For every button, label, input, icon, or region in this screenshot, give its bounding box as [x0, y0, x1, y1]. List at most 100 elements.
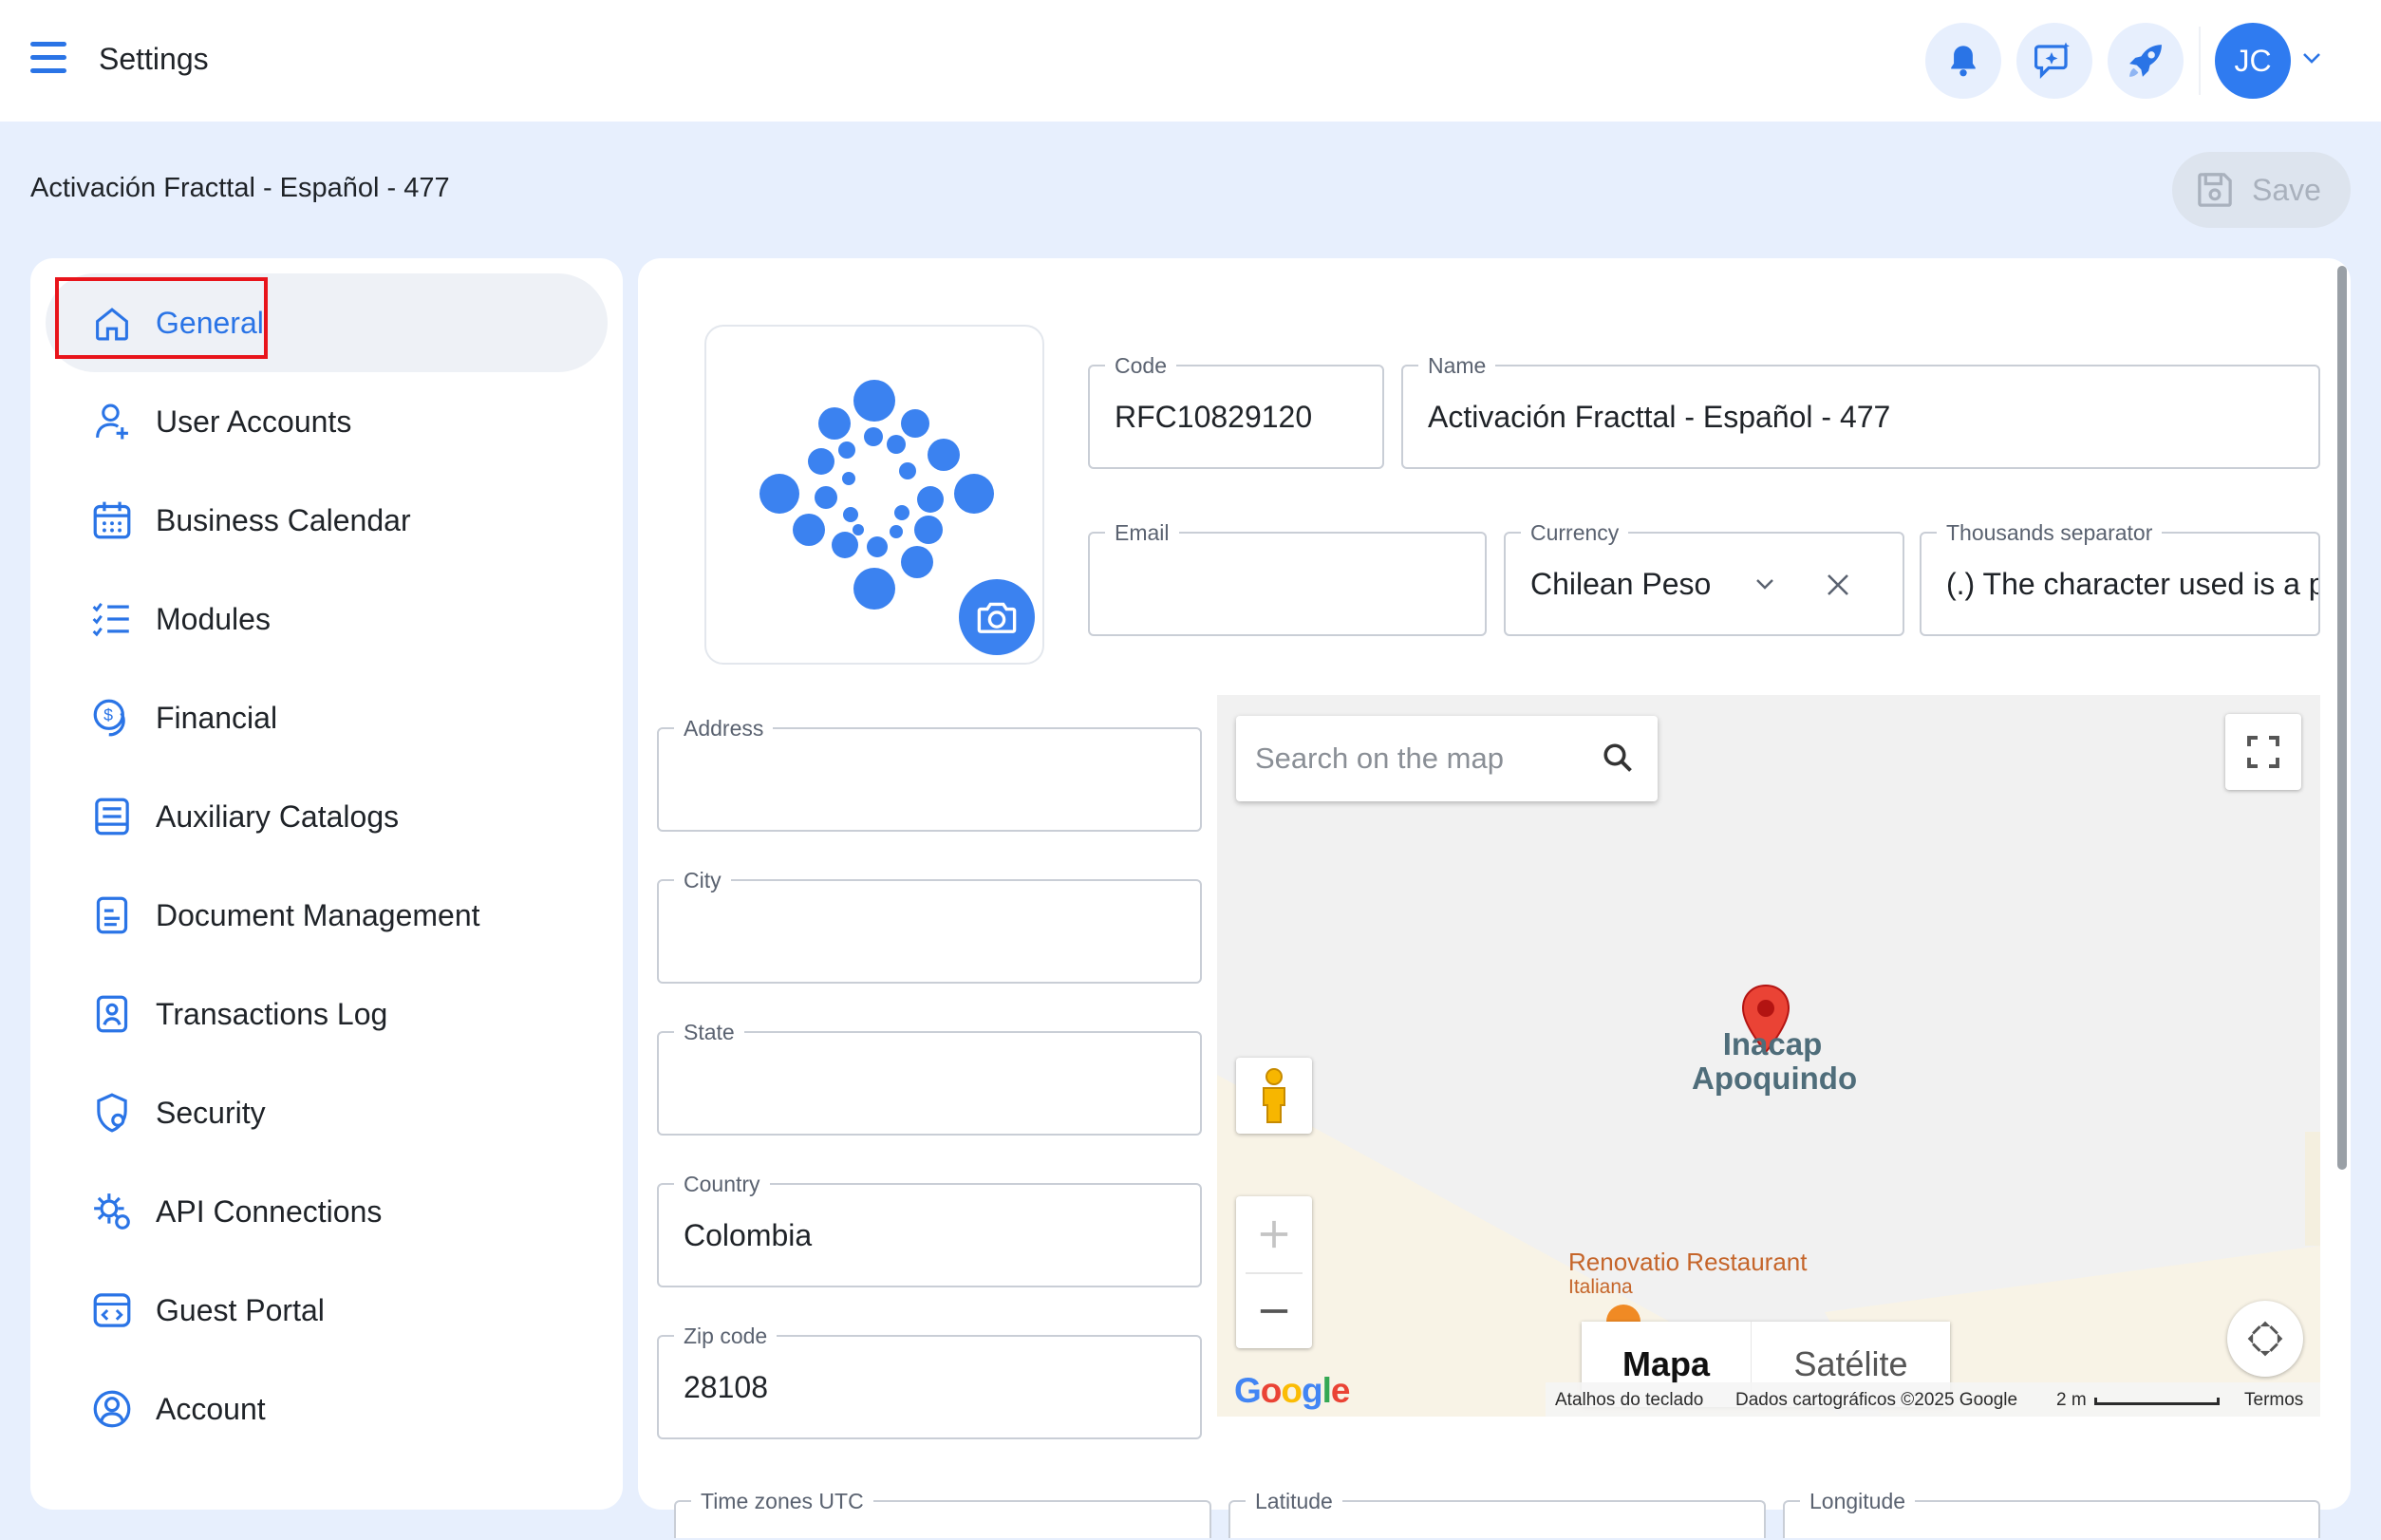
zip-code-value: 28108	[684, 1369, 768, 1404]
rocket-icon	[2129, 45, 2162, 77]
sidebar-item-transactions-log[interactable]: Transactions Log	[46, 965, 608, 1063]
place-name-line1: Inacap	[1722, 1026, 1823, 1061]
code-field[interactable]: Code RFC10829120	[1088, 353, 1384, 469]
scrollbar[interactable]	[2337, 266, 2347, 1170]
toolbar-divider	[2199, 27, 2201, 95]
thousands-separator-value: (.) The character used is a p	[1946, 566, 2318, 601]
book-icon	[91, 796, 133, 837]
document-icon	[91, 894, 133, 936]
svg-text:$: $	[103, 705, 113, 724]
sidebar-item-label: Transactions Log	[156, 996, 388, 1031]
launch-button[interactable]	[2108, 23, 2184, 99]
sidebar-item-label: Guest Portal	[156, 1292, 325, 1327]
keyboard-shortcuts-link[interactable]: Atalhos do teclado	[1555, 1390, 1703, 1411]
fullscreen-icon	[2247, 736, 2279, 768]
address-value	[684, 729, 1185, 830]
sidebar-item-label: User Accounts	[156, 404, 352, 439]
save-icon	[2198, 173, 2232, 207]
sidebar-item-label: Auxiliary Catalogs	[156, 798, 400, 834]
log-icon	[91, 993, 133, 1035]
plus-icon	[1260, 1220, 1288, 1249]
sidebar-item-guest-portal[interactable]: Guest Portal	[46, 1261, 608, 1360]
company-title: Activación Fracttal - Español - 477	[30, 173, 450, 203]
restaurant-name[interactable]: Renovatio Restaurant	[1568, 1248, 1807, 1277]
zoom-out-button[interactable]	[1236, 1274, 1312, 1348]
change-logo-button[interactable]	[959, 579, 1035, 655]
bell-icon	[1951, 46, 1976, 77]
chevron-down-icon[interactable]	[1754, 577, 1775, 591]
sidebar-item-label: Account	[156, 1391, 266, 1426]
sidebar-item-api-connections[interactable]: API Connections	[46, 1162, 608, 1261]
save-button-label: Save	[2252, 172, 2321, 207]
email-field[interactable]: Email	[1088, 520, 1487, 636]
sidebar-item-document-management[interactable]: Document Management	[46, 866, 608, 965]
map-scale-bar	[2094, 1398, 2220, 1405]
calendar-icon	[91, 499, 133, 541]
api-gear-icon	[91, 1191, 133, 1232]
ai-chat-button[interactable]	[2016, 23, 2092, 99]
zoom-in-button[interactable]	[1236, 1196, 1312, 1272]
time-zones-field[interactable]: Time zones UTC	[674, 1489, 1211, 1538]
city-field[interactable]: City	[657, 868, 1202, 984]
map-data-attribution: Dados cartográficos ©2025 Google	[1735, 1390, 2018, 1410]
email-value	[1115, 534, 1470, 634]
sidebar-item-modules[interactable]: Modules	[46, 570, 608, 668]
zoom-controls	[1236, 1196, 1312, 1348]
thousands-separator-select[interactable]: Thousands separator (.) The character us…	[1920, 520, 2320, 636]
code-value: RFC10829120	[1115, 399, 1313, 434]
longitude-field[interactable]: Longitude	[1783, 1489, 2320, 1538]
map-search-input[interactable]: Search on the map	[1236, 716, 1658, 801]
chevron-down-icon[interactable]	[2301, 51, 2322, 69]
place-name-line2: Apoquindo	[1692, 1061, 1858, 1096]
portal-code-icon	[91, 1289, 133, 1331]
notifications-button[interactable]	[1925, 23, 2001, 99]
sidebar-item-label: Financial	[156, 700, 278, 735]
clear-icon[interactable]	[1825, 572, 1851, 598]
sidebar-item-security[interactable]: Security	[46, 1063, 608, 1162]
sidebar-item-general[interactable]: General	[46, 273, 608, 372]
minus-icon	[1260, 1309, 1288, 1313]
state-field[interactable]: State	[657, 1020, 1202, 1136]
sidebar-item-user-accounts[interactable]: User Accounts	[46, 372, 608, 471]
sidebar-item-business-calendar[interactable]: Business Calendar	[46, 471, 608, 570]
latitude-field[interactable]: Latitude	[1228, 1489, 1766, 1538]
city-value	[684, 881, 1185, 982]
chat-sparkle-icon	[2034, 42, 2070, 79]
camera-icon	[977, 602, 1017, 633]
search-icon[interactable]	[1601, 741, 1635, 775]
zip-code-field[interactable]: Zip code 28108	[657, 1324, 1202, 1439]
sidebar-item-account[interactable]: Account	[46, 1360, 608, 1458]
currency-select[interactable]: Currency Chilean Peso	[1504, 520, 1904, 636]
country-value: Colombia	[684, 1217, 813, 1252]
sidebar-item-label: Business Calendar	[156, 502, 411, 537]
avatar[interactable]: JC	[2215, 23, 2291, 99]
fullscreen-button[interactable]	[2225, 714, 2301, 790]
sidebar-item-label: Modules	[156, 601, 271, 636]
name-field[interactable]: Name Activación Fracttal - Español - 477	[1401, 353, 2320, 469]
shield-icon	[91, 1092, 133, 1134]
place-label: Inacap Apoquindo	[1692, 1026, 1858, 1096]
terms-link[interactable]: Termos	[2244, 1390, 2303, 1411]
street-view-button[interactable]	[1236, 1058, 1312, 1134]
address-field[interactable]: Address	[657, 716, 1202, 832]
move-arrows-icon	[2247, 1321, 2283, 1357]
camera-control-button[interactable]	[2227, 1301, 2303, 1377]
pegman-icon	[1263, 1068, 1285, 1123]
longitude-label: Longitude	[1800, 1489, 1916, 1514]
country-field[interactable]: Country Colombia	[657, 1172, 1202, 1287]
save-button[interactable]: Save	[2172, 152, 2351, 228]
sidebar-item-financial[interactable]: $ Financial	[46, 668, 608, 767]
hamburger-menu-icon[interactable]	[30, 42, 76, 80]
checklist-icon	[91, 598, 133, 640]
map-scale-label: 2 m	[2056, 1390, 2087, 1410]
location-map[interactable]: Search on the map Inacap Apoquindo Renov…	[1217, 695, 2320, 1417]
account-circle-icon	[91, 1388, 133, 1430]
coin-icon: $	[91, 697, 133, 739]
sidebar-item-label: Security	[156, 1095, 266, 1130]
latitude-label: Latitude	[1246, 1489, 1342, 1514]
user-add-icon	[91, 401, 133, 442]
map-search-placeholder: Search on the map	[1255, 742, 1504, 775]
sidebar-item-auxiliary-catalogs[interactable]: Auxiliary Catalogs	[46, 767, 608, 866]
sidebar-item-label: API Connections	[156, 1193, 383, 1229]
name-value: Activación Fracttal - Español - 477	[1428, 399, 1891, 434]
